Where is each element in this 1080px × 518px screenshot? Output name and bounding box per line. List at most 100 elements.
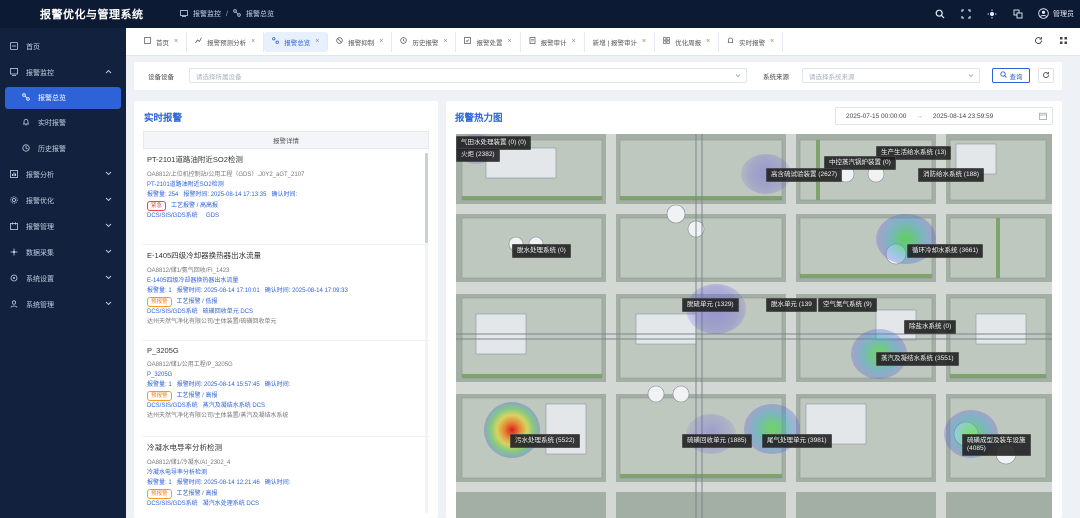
app-title: 报警优化与管理系统	[40, 9, 144, 21]
user-menu[interactable]: 管理员	[1038, 7, 1074, 21]
tab-predict[interactable]: 报警预测分析 ×	[187, 31, 265, 52]
reset-button[interactable]	[1038, 68, 1054, 83]
device-select[interactable]: 请选择所属设备	[189, 68, 747, 83]
close-icon[interactable]: ×	[706, 38, 710, 45]
close-icon[interactable]: ×	[770, 38, 774, 45]
close-icon[interactable]: ×	[251, 38, 255, 45]
map-label-desalted-water[interactable]: 除盐水系统 (0)	[904, 320, 957, 334]
alarm-type: 工艺报警 / 低报	[176, 298, 218, 305]
date-range-picker[interactable]: 2025-07-15 00:00:00 → 2025-08-14 23:59:5…	[835, 107, 1053, 125]
column-header: 报警详情	[143, 131, 429, 149]
alarm-title: 冷凝水电导率分析检测	[147, 443, 222, 452]
theme-icon[interactable]	[986, 8, 998, 20]
scrollbar[interactable]	[425, 153, 428, 513]
alarm-card[interactable]: P_3205G OA8812/储1/公用工程/P_3205G P_3205G 报…	[143, 341, 429, 437]
sidebar-item-admin[interactable]: 系统管理	[0, 292, 126, 318]
map-label-sulfur-forming[interactable]: 硫磺成型及装车设施 (4085)	[962, 434, 1031, 456]
tab-label: 优化周报	[675, 39, 702, 47]
close-icon[interactable]: ×	[572, 38, 576, 45]
source-select[interactable]: 请选择系统来源	[802, 68, 980, 83]
sidebar-item-realtime[interactable]: 实时报警	[0, 110, 126, 136]
sidebar-item-manage[interactable]: 报警管理	[0, 214, 126, 240]
close-icon[interactable]: ×	[507, 38, 511, 45]
tab-suppress[interactable]: 报警抑制 ×	[328, 31, 393, 52]
map-label-sulfur-recovery[interactable]: 硫磺回收单元 (1885)	[682, 434, 752, 448]
map-label-dehydration-system[interactable]: 脱水处理系统 (0)	[512, 244, 571, 258]
close-icon[interactable]: ×	[642, 38, 646, 45]
tab-overview[interactable]: 报警总览 ×	[264, 31, 329, 52]
chevron-down-icon	[105, 171, 112, 178]
alarm-title: P_3205G	[147, 346, 179, 355]
alarm-title: E-1405四级冷却器换热器出水流量	[147, 251, 262, 260]
map-label-cooling-water[interactable]: 循环冷却水系统 (3661)	[907, 244, 984, 258]
breadcrumb-separator: /	[226, 10, 228, 18]
alarm-card[interactable]: 冷凝水电导率分析检测 OA8812/储1/冷凝水/AI_2302_4 冷凝水电导…	[143, 437, 429, 518]
breadcrumb-first[interactable]: 报警监控	[193, 9, 221, 19]
sidebar-item-history[interactable]: 历史报警	[0, 136, 126, 162]
alarm-time: 报警时间: 2025-08-14 17:10:01	[176, 288, 260, 295]
sidebar-item-analysis[interactable]: 报警分析	[0, 162, 126, 188]
refresh-icon[interactable]	[1034, 36, 1043, 47]
map-label-sour-test[interactable]: 高含硫试验装置 (2627)	[766, 168, 843, 182]
alarm-level-badge: 预报警	[147, 488, 172, 499]
map-label-dehydration-unit[interactable]: 脱水单元 (139	[766, 298, 817, 312]
map-label-flare[interactable]: 火炬 (2382)	[456, 148, 500, 162]
settings-icon	[10, 274, 18, 284]
sidebar-item-label: 报警监控	[26, 70, 54, 77]
alarm-count: 报警量: 1	[147, 480, 172, 487]
close-icon[interactable]: ×	[174, 38, 178, 45]
map-label-tail-gas[interactable]: 尾气处理单元 (3981)	[762, 434, 832, 448]
sidebar-item-settings[interactable]: 系统设置	[0, 266, 126, 292]
sidebar-item-overview[interactable]: 报警总览	[5, 87, 121, 109]
alarm-count: 报警量: 1	[147, 288, 172, 295]
fullscreen-icon[interactable]	[960, 8, 972, 20]
tab-label: 报警总览	[284, 39, 311, 47]
alarm-path: OA8812/上位机控制站/公用工程（GDS）.J0Y2_aGT_2107	[147, 172, 305, 178]
map-label-fire-water[interactable]: 消防给水系统 (188)	[918, 168, 984, 182]
alarm-card[interactable]: PT-2101道路油附近SO2检测 OA8812/上位机控制站/公用工程（GDS…	[143, 149, 429, 245]
sidebar-item-label: 报警总览	[38, 95, 66, 102]
tab-label: 报警处置	[476, 39, 503, 47]
source-placeholder: 请选择系统来源	[809, 73, 855, 81]
map-label-air-nitrogen[interactable]: 空气氮气系统 (9)	[818, 298, 877, 312]
plant-map[interactable]: 气田水处理装置 (0) (0) 火炬 (2382) 生产生活给水系统 (13) …	[456, 134, 1052, 518]
search-icon[interactable]	[934, 8, 946, 20]
query-button[interactable]: 查询	[992, 68, 1030, 83]
map-label-wastewater[interactable]: 污水处理系统 (5522)	[510, 434, 580, 448]
sidebar-item-home[interactable]: 首页	[0, 34, 126, 60]
breadcrumb: 报警监控 / 报警总览	[180, 9, 274, 19]
chevron-up-icon	[105, 69, 112, 76]
tab-home[interactable]: 首页 ×	[136, 31, 188, 52]
tab-report[interactable]: 优化周报 ×	[655, 31, 720, 52]
close-icon[interactable]: ×	[443, 38, 447, 45]
sidebar-item-optimize[interactable]: 报警优化	[0, 188, 126, 214]
dispose-icon	[464, 37, 472, 46]
language-icon[interactable]	[1012, 8, 1024, 20]
tab-actions	[1034, 36, 1068, 47]
alarm-system-detail: 蒸汽及凝结水系统 DCS	[202, 402, 266, 409]
tab-audit[interactable]: 报警审计 ×	[521, 31, 585, 52]
alarm-confirm: 确认时间: 2025-08-14 17:09:33	[264, 288, 348, 295]
audit-icon	[529, 37, 536, 46]
grid-menu-icon[interactable]	[1059, 36, 1068, 47]
map-label-desulfurization[interactable]: 脱硫单元 (1329)	[682, 298, 739, 312]
alarm-type: 工艺报警 / 高报	[176, 392, 218, 399]
tab-label: 实时报警	[739, 39, 766, 47]
close-icon[interactable]: ×	[315, 38, 319, 45]
map-label-steam-condensate[interactable]: 蒸汽及凝结水系统 (3551)	[876, 352, 959, 366]
suppress-icon	[336, 37, 343, 46]
tab-add-audit[interactable]: 新增 | 报警审计 ×	[585, 31, 656, 52]
scrollbar-thumb[interactable]	[425, 153, 428, 243]
alarm-system-detail: 凝汽水处理系统 DCS	[202, 500, 260, 507]
tab-label: 首页	[156, 39, 169, 47]
alarm-system: DCS/SIS/GDS系统	[147, 308, 198, 315]
tab-realtime[interactable]: 实时报警 ×	[719, 31, 784, 52]
alarm-card[interactable]: E-1405四级冷却器换热器出水流量 OA8812/储1/氨气回收/FI_142…	[143, 245, 429, 341]
date-arrow: →	[916, 112, 923, 120]
overview-icon	[272, 37, 279, 46]
tab-dispose[interactable]: 报警处置 ×	[456, 31, 521, 52]
close-icon[interactable]: ×	[379, 38, 383, 45]
tab-history[interactable]: 历史报警 ×	[392, 31, 457, 52]
sidebar-item-collect[interactable]: 数据采集	[0, 240, 126, 266]
sidebar-item-monitor[interactable]: 报警监控	[0, 60, 126, 86]
